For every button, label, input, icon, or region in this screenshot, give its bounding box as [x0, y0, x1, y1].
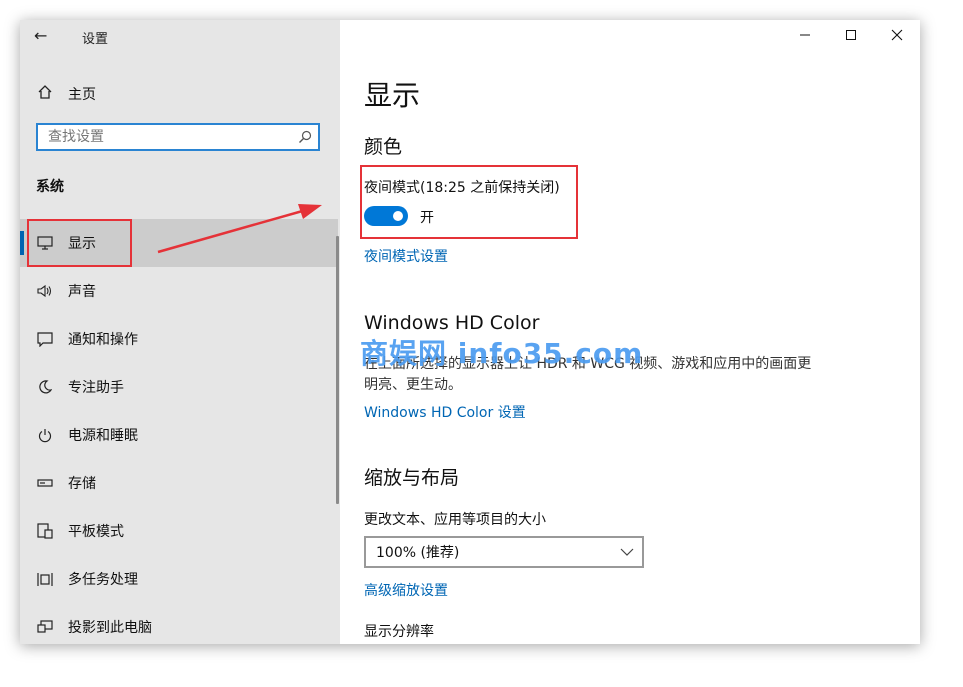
watermark-text: 商娱网 info35.com [360, 337, 644, 370]
